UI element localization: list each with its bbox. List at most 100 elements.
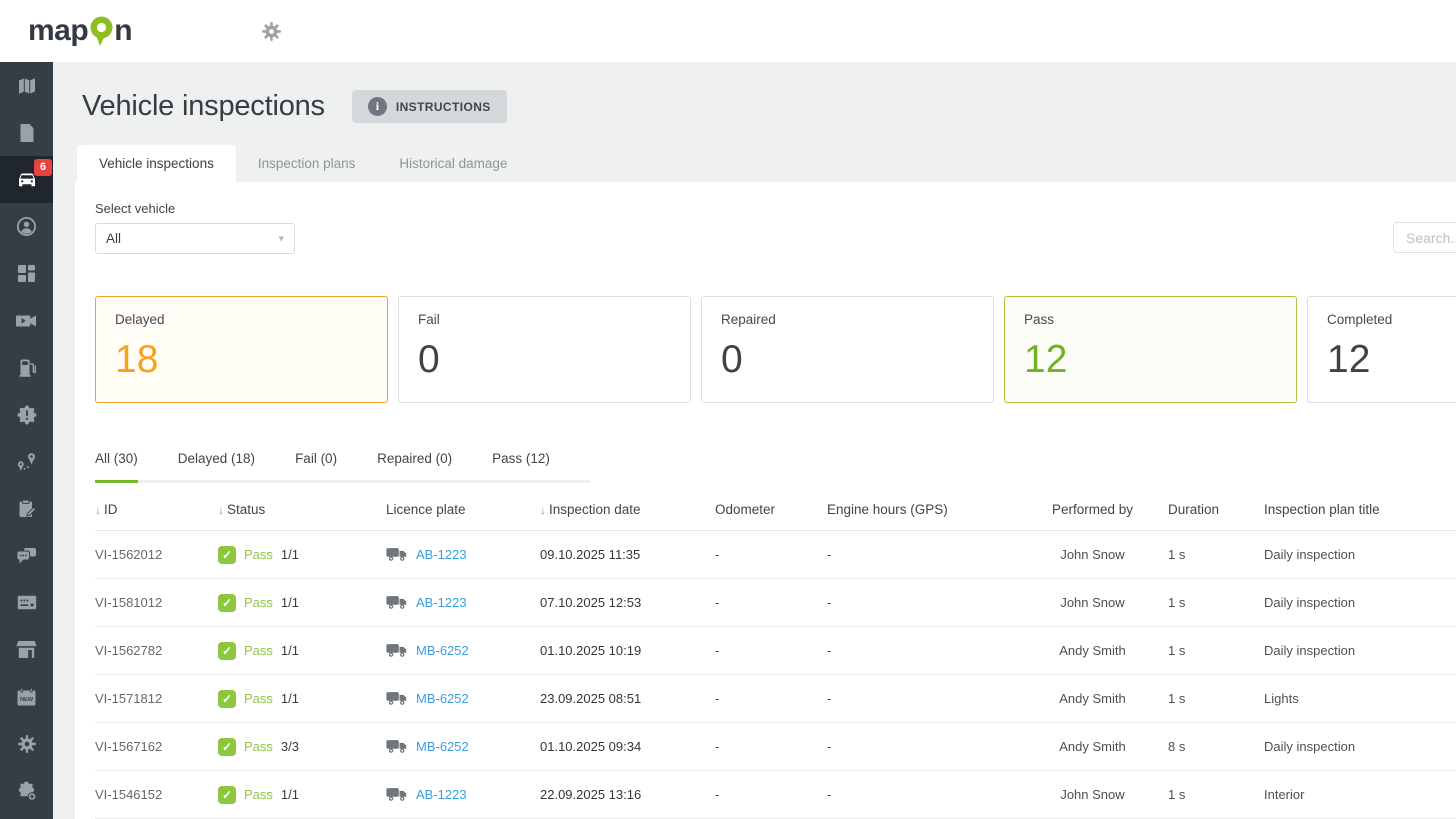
vehicle-select[interactable]: All ▾ xyxy=(95,223,295,254)
select-vehicle-label: Select vehicle xyxy=(95,201,1456,216)
card-pass[interactable]: Pass 12 xyxy=(1004,296,1297,403)
settings-gear-icon[interactable] xyxy=(261,21,282,42)
cell-inspection-date: 01.10.2025 10:19 xyxy=(540,627,715,675)
plate-link[interactable]: MB-6252 xyxy=(416,643,469,658)
vehicle-select-value: All xyxy=(106,231,121,246)
card-label: Repaired xyxy=(721,312,974,327)
mapon-logo[interactable]: map n xyxy=(28,14,132,48)
tab-historical-damage[interactable]: Historical damage xyxy=(377,145,529,182)
status-tab-all[interactable]: All (30) xyxy=(95,439,138,483)
column-header-plan-title[interactable]: Inspection plan title xyxy=(1264,489,1456,531)
cell-status: ✓ Pass 1/1 xyxy=(218,675,386,723)
column-header-odometer[interactable]: Odometer xyxy=(715,489,827,531)
search-input[interactable] xyxy=(1393,222,1456,253)
plate-link[interactable]: AB-1223 xyxy=(416,547,467,562)
sidebar-item-chat[interactable] xyxy=(0,532,53,579)
cell-status: ✓ Pass 1/1 xyxy=(218,627,386,675)
card-fail[interactable]: Fail 0 xyxy=(398,296,691,403)
table-row[interactable]: VI-1562782 ✓ Pass 1/1 MB-6252 01.10.2025… xyxy=(95,627,1456,675)
sidebar-item-calendar[interactable]: NEW xyxy=(0,673,53,720)
sidebar-item-tasks[interactable] xyxy=(0,485,53,532)
card-value: 12 xyxy=(1024,340,1277,379)
table-row[interactable]: VI-1567162 ✓ Pass 3/3 MB-6252 01.10.2025… xyxy=(95,723,1456,771)
main-content: Vehicle inspections i INSTRUCTIONS Vehic… xyxy=(53,62,1456,819)
column-header-id[interactable]: ↓ID xyxy=(95,489,218,531)
plate-link[interactable]: AB-1223 xyxy=(416,787,467,802)
instructions-button[interactable]: i INSTRUCTIONS xyxy=(352,90,507,123)
column-header-duration[interactable]: Duration xyxy=(1168,489,1264,531)
plate-link[interactable]: MB-6252 xyxy=(416,739,469,754)
cell-status: ✓ Pass 3/3 xyxy=(218,723,386,771)
map-pin-icon xyxy=(88,15,115,47)
status-label: Pass xyxy=(244,547,273,562)
status-tab-pass[interactable]: Pass (12) xyxy=(492,439,550,483)
sidebar-item-terminal[interactable] xyxy=(0,579,53,626)
sidebar-item-drivers[interactable] xyxy=(0,203,53,250)
card-repaired[interactable]: Repaired 0 xyxy=(701,296,994,403)
tab-vehicle-inspections[interactable]: Vehicle inspections xyxy=(77,145,236,182)
cell-odometer: - xyxy=(715,627,827,675)
cell-plan-title: Daily inspection xyxy=(1264,627,1456,675)
table-header-row: ↓ID ↓Status Licence plate ↓Inspection da… xyxy=(95,489,1456,531)
instructions-label: INSTRUCTIONS xyxy=(396,100,491,114)
gear-icon xyxy=(17,734,37,754)
table-row[interactable]: VI-1571812 ✓ Pass 1/1 MB-6252 23.09.2025… xyxy=(95,675,1456,723)
status-tab-fail[interactable]: Fail (0) xyxy=(295,439,337,483)
cell-inspection-date: 09.10.2025 11:35 xyxy=(540,531,715,579)
status-label: Pass xyxy=(244,691,273,706)
cell-licence-plate: AB-1223 xyxy=(386,771,540,819)
sidebar-item-documents[interactable] xyxy=(0,109,53,156)
column-header-licence-plate[interactable]: Licence plate xyxy=(386,489,540,531)
column-header-performed-by[interactable]: Performed by xyxy=(1021,489,1168,531)
sidebar-item-settings[interactable] xyxy=(0,720,53,767)
sidebar-item-vehicle-inspections[interactable]: 6 xyxy=(0,156,53,203)
column-header-engine-hours[interactable]: Engine hours (GPS) xyxy=(827,489,1021,531)
cell-id: VI-1571812 xyxy=(95,675,218,723)
sidebar-item-map[interactable] xyxy=(0,62,53,109)
status-tab-repaired[interactable]: Repaired (0) xyxy=(377,439,452,483)
status-tab-delayed[interactable]: Delayed (18) xyxy=(178,439,255,483)
table-row[interactable]: VI-1562012 ✓ Pass 1/1 AB-1223 09.10.2025… xyxy=(95,531,1456,579)
pass-check-icon: ✓ xyxy=(218,690,236,708)
cell-performed-by: John Snow xyxy=(1021,771,1168,819)
cell-plan-title: Daily inspection xyxy=(1264,579,1456,627)
column-header-inspection-date[interactable]: ↓Inspection date xyxy=(540,489,715,531)
table-row[interactable]: VI-1581012 ✓ Pass 1/1 AB-1223 07.10.2025… xyxy=(95,579,1456,627)
card-completed[interactable]: Completed 12 xyxy=(1307,296,1456,403)
cell-duration: 1 s xyxy=(1168,579,1264,627)
cell-plan-title: Daily inspection xyxy=(1264,723,1456,771)
sidebar-item-addons[interactable] xyxy=(0,767,53,814)
card-delayed[interactable]: Delayed 18 xyxy=(95,296,388,403)
plate-link[interactable]: MB-6252 xyxy=(416,691,469,706)
sort-icon: ↓ xyxy=(218,503,224,517)
map-icon xyxy=(17,76,37,96)
column-header-status[interactable]: ↓Status xyxy=(218,489,386,531)
sidebar: 6 xyxy=(0,62,53,819)
sidebar-item-alerts[interactable] xyxy=(0,391,53,438)
cell-odometer: - xyxy=(715,531,827,579)
truck-icon xyxy=(386,595,408,610)
sidebar-item-routes[interactable] xyxy=(0,438,53,485)
sidebar-item-fuel[interactable] xyxy=(0,344,53,391)
cell-plan-title: Interior xyxy=(1264,771,1456,819)
truck-icon xyxy=(386,643,408,658)
sidebar-item-video[interactable] xyxy=(0,297,53,344)
info-icon: i xyxy=(368,97,387,116)
document-icon xyxy=(18,123,36,143)
table-row[interactable]: VI-1546152 ✓ Pass 1/1 AB-1223 22.09.2025… xyxy=(95,771,1456,819)
status-count: 1/1 xyxy=(281,595,299,610)
card-label: Pass xyxy=(1024,312,1277,327)
calendar-new-icon: NEW xyxy=(16,687,37,707)
puzzle-plus-icon xyxy=(16,780,37,801)
inspections-panel: Select vehicle All ▾ Delayed 18 Fail 0 R… xyxy=(75,182,1456,819)
status-count: 1/1 xyxy=(281,547,299,562)
cell-odometer: - xyxy=(715,675,827,723)
plate-link[interactable]: AB-1223 xyxy=(416,595,467,610)
status-count: 1/1 xyxy=(281,691,299,706)
sidebar-item-dashboard[interactable] xyxy=(0,250,53,297)
sidebar-item-marketplace[interactable] xyxy=(0,626,53,673)
tab-inspection-plans[interactable]: Inspection plans xyxy=(236,145,378,182)
status-label: Pass xyxy=(244,787,273,802)
status-label: Pass xyxy=(244,643,273,658)
cell-id: VI-1567162 xyxy=(95,723,218,771)
